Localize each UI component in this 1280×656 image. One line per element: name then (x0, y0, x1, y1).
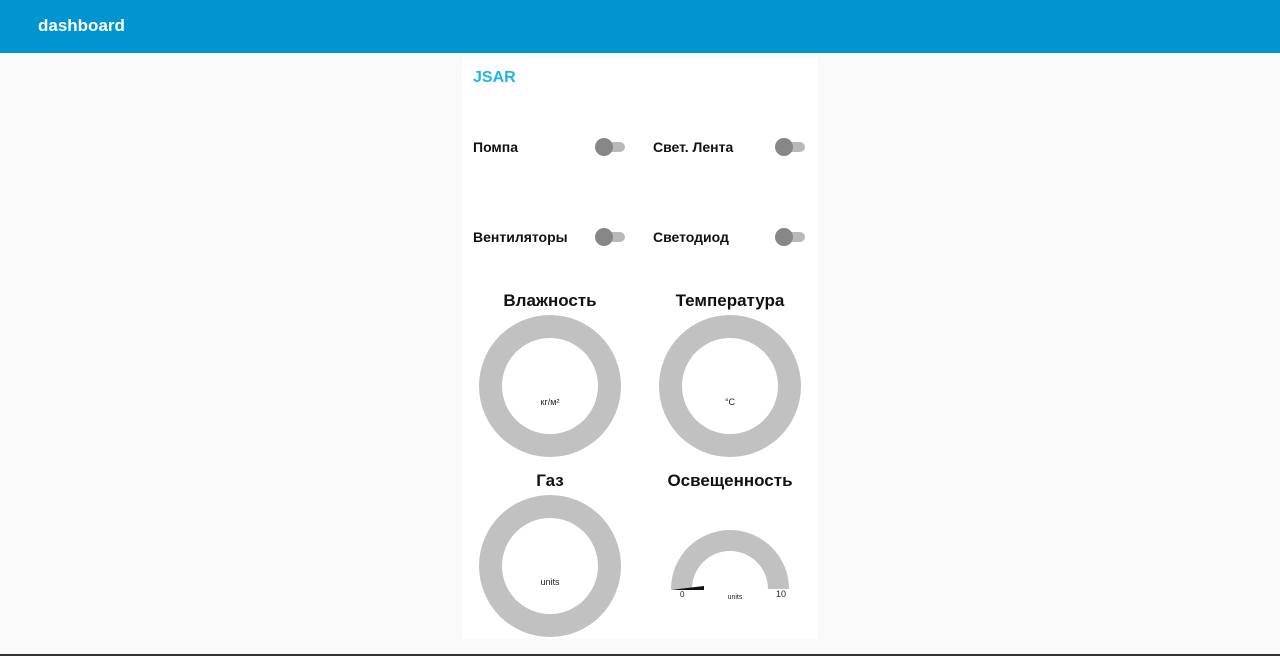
illumination-gauge-title: Освещенность (667, 471, 793, 490)
toggle-knob (775, 228, 793, 246)
light-strip-toggle[interactable] (775, 138, 805, 156)
pump-toggle[interactable] (595, 138, 625, 156)
humidity-gauge: кг/м² (479, 315, 621, 457)
switch-row-led: Светодиод (653, 226, 805, 250)
led-toggle[interactable] (775, 228, 805, 246)
temperature-unit: °C (724, 397, 736, 407)
illumination-unit: units (727, 594, 743, 601)
temperature-gauge-title: Температура (675, 291, 785, 310)
illumination-min-label: 0 (680, 590, 685, 599)
temperature-gauge: °C (659, 315, 801, 457)
top-app-bar: dashboard (0, 0, 1280, 53)
gas-unit: units (540, 577, 560, 587)
gauge-center (682, 338, 778, 434)
toggle-knob (595, 138, 613, 156)
switch-row-light-strip: Свет. Лента (653, 136, 805, 160)
illumination-gauge: 0 units 10 (668, 527, 792, 607)
dashboard-card: JSAR Помпа Свет. Лента Вентиляторы Свето… (462, 57, 818, 639)
switch-label-fans: Вентиляторы (473, 229, 568, 245)
brand-label: JSAR (473, 69, 516, 86)
fans-toggle[interactable] (595, 228, 625, 246)
gauge-center (502, 338, 598, 434)
humidity-unit: кг/м² (540, 397, 560, 407)
switch-label-light-strip: Свет. Лента (653, 139, 734, 155)
toggle-knob (595, 228, 613, 246)
switch-row-fans: Вентиляторы (473, 226, 625, 250)
switch-label-pump: Помпа (473, 139, 519, 155)
illumination-max-label: 10 (776, 589, 787, 599)
switch-row-pump: Помпа (473, 136, 625, 160)
gauge-arc (671, 530, 789, 589)
gas-gauge-title: Газ (536, 471, 564, 490)
toggle-knob (775, 138, 793, 156)
switch-label-led: Светодиод (653, 229, 729, 245)
humidity-gauge-title: Влажность (503, 291, 597, 310)
gas-gauge: units (479, 495, 621, 637)
gauge-center (502, 518, 598, 614)
app-title: dashboard (38, 16, 125, 35)
